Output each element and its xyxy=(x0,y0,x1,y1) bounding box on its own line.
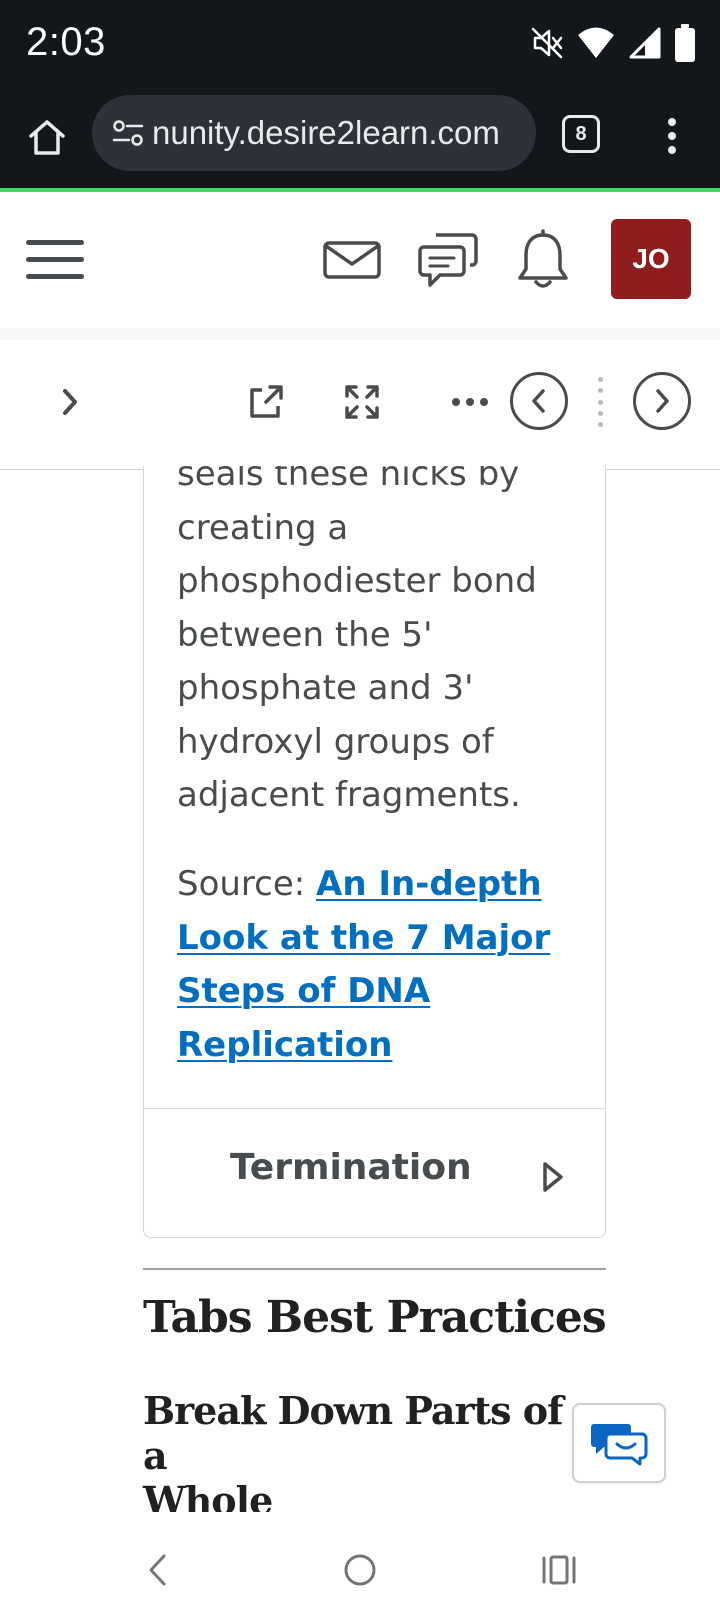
home-circle-icon xyxy=(344,1554,376,1586)
accordion-card: seals these nicks by creating a phosphod… xyxy=(143,466,606,1238)
wifi-icon xyxy=(576,26,616,65)
source-paragraph: Source: An In-depth Look at the 7 Major St… xyxy=(177,858,577,1072)
system-back-button[interactable] xyxy=(128,1540,188,1600)
sub-heading-line: Break Down Parts of a xyxy=(143,1388,563,1478)
accordion-title: Termination xyxy=(230,1147,472,1188)
tab-switcher-button[interactable]: 8 xyxy=(562,115,600,153)
status-icons xyxy=(530,22,696,68)
mail-icon xyxy=(323,241,381,279)
home-icon xyxy=(29,120,65,155)
address-bar[interactable]: nunity.desire2learn.com xyxy=(92,95,536,171)
more-options-button[interactable] xyxy=(448,384,492,420)
status-bar: 2:03 xyxy=(0,0,720,92)
caret-right-icon xyxy=(543,1162,563,1192)
body-paragraph: seals these nicks by creating a phosphod… xyxy=(177,466,577,823)
fullscreen-button[interactable] xyxy=(340,380,384,424)
avatar[interactable]: JO xyxy=(611,219,691,299)
accordion-panel: seals these nicks by creating a phosphod… xyxy=(144,466,605,1108)
next-topic-button[interactable] xyxy=(633,372,691,430)
header-separator xyxy=(0,328,720,340)
body-line: adjacent fragments. xyxy=(177,775,521,815)
browser-menu-button[interactable] xyxy=(650,112,694,160)
chat-icon xyxy=(418,233,478,287)
section-heading: Tabs Best Practices xyxy=(143,1292,607,1343)
menu-icon[interactable] xyxy=(26,240,88,284)
expand-sidebar-button[interactable] xyxy=(50,378,90,426)
browser-home-button[interactable] xyxy=(22,112,72,162)
toolbar-divider xyxy=(597,377,603,427)
previous-icon xyxy=(532,389,545,413)
chevron-right-icon xyxy=(63,389,77,415)
source-link-line: Look at the 7 Major xyxy=(177,917,551,958)
mute-icon xyxy=(530,26,564,65)
source-link-line: Steps of DNA xyxy=(177,971,431,1011)
battery-icon xyxy=(674,23,696,68)
next-icon xyxy=(656,389,669,413)
status-time: 2:03 xyxy=(26,20,106,64)
body-line: creating a xyxy=(177,507,349,548)
more-icon xyxy=(452,398,488,406)
body-line: phosphodiester bond xyxy=(177,561,537,601)
fullscreen-icon xyxy=(345,385,379,419)
open-external-icon xyxy=(250,385,283,418)
sub-heading: Break Down Parts of a Whole xyxy=(143,1388,563,1523)
body-line: hydroxyl groups of xyxy=(177,721,494,762)
body-line: phosphate and 3' xyxy=(177,668,474,708)
system-home-button[interactable] xyxy=(330,1540,390,1600)
notifications-button[interactable] xyxy=(511,228,575,292)
chat-bubbles-icon xyxy=(591,1424,648,1466)
mail-button[interactable] xyxy=(320,228,384,292)
accordion-header-termination[interactable]: Termination xyxy=(144,1109,605,1237)
site-settings-icon[interactable] xyxy=(106,111,150,155)
chat-button[interactable] xyxy=(416,228,480,292)
system-recents-button[interactable] xyxy=(529,1540,589,1600)
body-line: between the 5' xyxy=(177,614,433,655)
body-line: seals these nicks by xyxy=(177,466,520,494)
source-label: Source: xyxy=(177,864,306,904)
vertical-dots-icon xyxy=(668,118,676,154)
tab-count: 8 xyxy=(575,122,587,145)
avatar-initials: JO xyxy=(632,243,670,274)
source-link-line: An In-depth xyxy=(316,864,542,904)
bell-icon xyxy=(518,229,568,288)
back-icon xyxy=(149,1554,166,1586)
previous-topic-button[interactable] xyxy=(510,372,568,430)
section-divider xyxy=(143,1268,606,1270)
signal-icon xyxy=(628,26,662,65)
source-link-line: Replication xyxy=(177,1024,393,1065)
chat-assistant-button[interactable] xyxy=(572,1403,666,1483)
recents-icon xyxy=(542,1555,576,1585)
url-text: nunity.desire2learn.com xyxy=(152,114,500,151)
open-in-new-window-button[interactable] xyxy=(244,380,288,424)
